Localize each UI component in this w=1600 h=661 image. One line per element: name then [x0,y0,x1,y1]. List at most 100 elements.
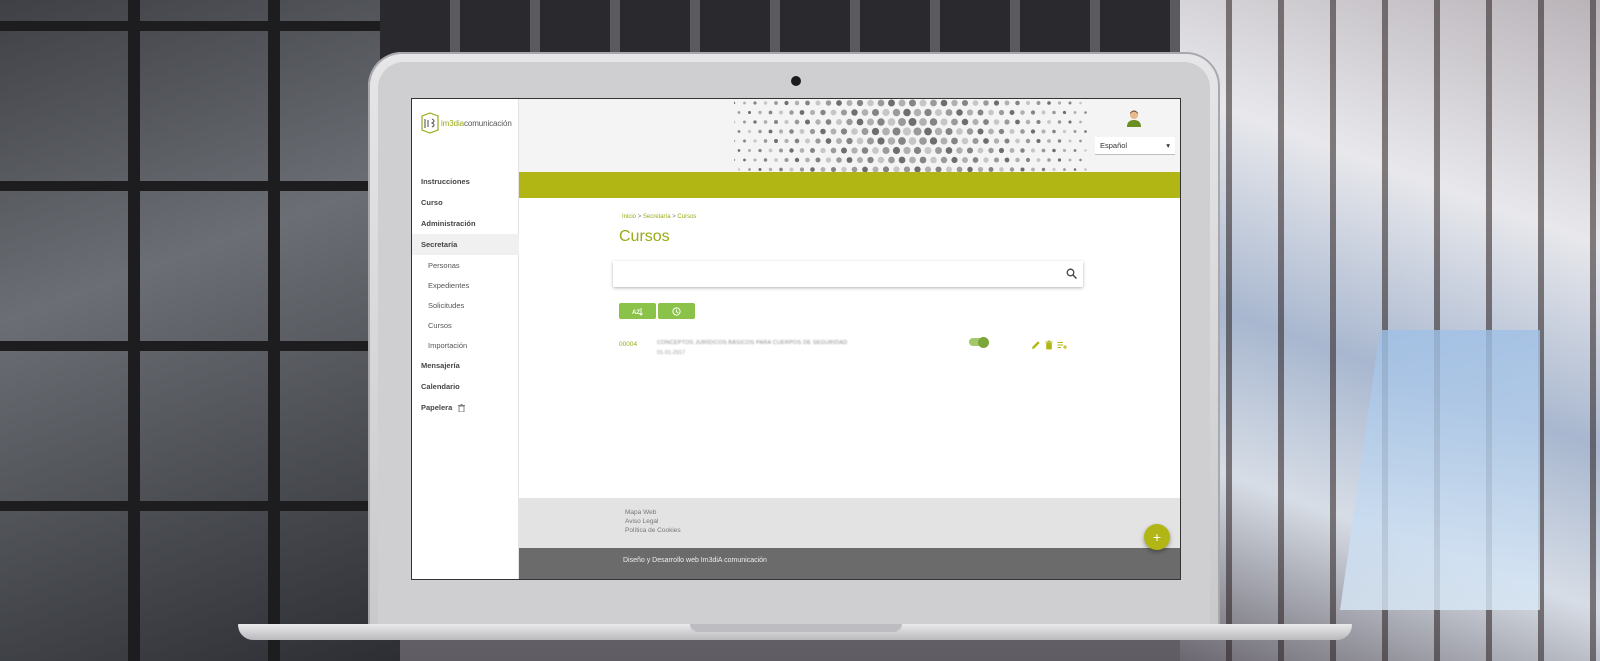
sidebar-item-calendario[interactable]: Calendario [412,376,519,397]
user-avatar-icon[interactable] [1126,109,1142,127]
header-dot [737,149,741,152]
header-dot [774,158,778,162]
course-id[interactable]: 00004 [619,341,637,348]
sort-alphabetical-button[interactable]: AZ [619,303,656,319]
chevron-down-icon: ▾ [1166,141,1170,150]
header-dot [1004,100,1010,106]
sidebar-item-papelera[interactable]: Papelera [412,397,519,418]
breadcrumb-section[interactable]: Secretaría [643,214,671,220]
header-dot [835,137,843,145]
header-dot [888,156,895,164]
header-dot [1084,168,1087,171]
header-dot [840,109,848,116]
header-dot [930,99,937,107]
search-box [613,261,1083,287]
header-dot [966,147,974,154]
header-dot [743,158,746,162]
header-dot [1041,167,1046,172]
header-dot [983,100,989,106]
header-dot [846,99,853,107]
sidebar-item-mensajeria[interactable]: Mensajería [412,355,519,376]
sidebar-subitem-cursos[interactable]: Cursos [412,315,519,335]
brand-logo[interactable]: im3diacomunicación [421,111,512,135]
language-select[interactable]: Español ▾ [1095,137,1175,155]
header-dot [983,119,989,125]
header-dot [774,101,778,105]
header-dot [789,148,794,153]
header-dot [794,138,800,144]
sidebar-subitem-solicitudes[interactable]: Solicitudes [412,295,519,315]
header-dot [1052,167,1056,172]
footer-link-cookies[interactable]: Política de Cookies [625,526,681,535]
edit-icon[interactable] [1031,340,1041,350]
background-window-grid [0,0,400,661]
footer-credit-bar: Diseño y Desarrollo web Im3diA comunicac… [519,548,1180,579]
header-dot [940,118,948,126]
header-dot [737,111,741,114]
header-dot [820,147,826,154]
header-dot [1057,158,1062,162]
course-enabled-toggle[interactable] [969,336,989,348]
breadcrumb-home[interactable]: Inicio [622,214,636,220]
sidebar-subitem-importacion[interactable]: Importación [412,335,519,355]
add-fab-button[interactable]: + [1144,524,1170,550]
header-dot [835,118,843,126]
header-dot [966,109,974,116]
footer-credit[interactable]: Diseño y Desarrollo web Im3diA comunicac… [623,557,767,564]
sidebar-item-instrucciones[interactable]: Instrucciones [412,171,519,192]
header-dot [825,157,832,163]
header-dot [983,138,989,144]
header-dot [1036,138,1041,144]
sidebar-item-label: Importación [428,340,468,350]
sort-by-date-button[interactable] [658,303,695,319]
course-list-item[interactable]: 00004 CONCEPTOS JURÍDICOS BÁSICOS PARA C… [619,336,1079,364]
header-dot [804,119,811,125]
delete-icon[interactable] [1044,340,1054,350]
header-dot [929,118,938,126]
header-dot [993,138,1000,144]
header-dot [867,99,874,107]
header-dot [1030,129,1036,134]
header-dot [1057,101,1062,105]
header-dot [956,147,963,154]
logo-text-main: comunicación [463,118,512,128]
header-dot [789,167,794,172]
search-icon[interactable] [1066,268,1077,279]
header-dot [1030,110,1036,115]
footer-link-legal[interactable]: Aviso Legal [625,517,681,526]
plus-icon: + [1152,529,1162,545]
header-dot [1036,101,1041,105]
header-dot [951,99,958,107]
header-dot [877,99,885,107]
header-dot [753,139,757,143]
footer-links: Mapa Web Aviso Legal Política de Cookies [625,508,681,535]
sidebar-item-secretaria[interactable]: Secretaría [412,234,519,255]
footer-link-sitemap[interactable]: Mapa Web [625,508,681,517]
add-to-list-icon[interactable] [1057,340,1067,350]
header-dot [977,109,984,116]
header-dot-pattern [734,99,1087,172]
sidebar-item-curso[interactable]: Curso [412,192,519,213]
header-dot [861,128,869,135]
header-dot [1063,168,1066,171]
laptop-screen: im3diacomunicación Instrucciones Curso A… [411,98,1181,580]
header-dot [945,127,953,136]
header-dot [1062,129,1067,134]
header-dot [1025,100,1031,106]
search-input[interactable] [621,266,1051,282]
header-dot [809,147,816,154]
header-dot [1062,110,1067,115]
sidebar-subitem-expedientes[interactable]: Expedientes [412,275,519,295]
header-accent-bar [519,172,1180,198]
header-dot [945,109,953,116]
header-dot [930,156,937,164]
header-dot [1073,130,1077,133]
header-dot [867,137,874,145]
header-dot [1084,111,1087,114]
header-dot [1079,158,1082,162]
header-dot [753,101,757,105]
sidebar-item-administracion[interactable]: Administración [412,213,519,234]
header-dot [830,109,837,116]
sidebar-subitem-personas[interactable]: Personas [412,255,519,275]
header-dot [1052,129,1056,134]
